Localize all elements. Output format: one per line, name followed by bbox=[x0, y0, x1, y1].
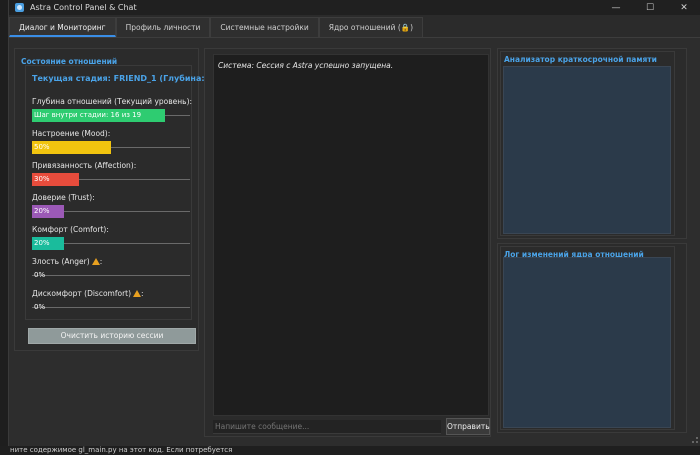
metric-label: Глубина отношений (Текущий уровень): bbox=[32, 97, 192, 106]
metric-item: Злость (Anger): 0% bbox=[32, 257, 192, 282]
progress-text: 30% bbox=[34, 175, 50, 183]
current-stage: Текущая стадия: FRIEND_1 (Глубина: 32) bbox=[32, 74, 223, 83]
memory-analyzer-title: Анализатор краткосрочной памяти bbox=[504, 55, 657, 64]
metric-label: Злость (Anger): bbox=[32, 257, 192, 266]
message-input[interactable] bbox=[213, 420, 441, 434]
background-app-text: ните содержимое gl_main.py на этот код. … bbox=[0, 446, 700, 455]
progress-text: 20% bbox=[34, 239, 50, 247]
tab-relations-core[interactable]: Ядро отношений (🔒) bbox=[318, 17, 424, 37]
system-message: Система: Сессия с Astra успешно запущена… bbox=[218, 61, 394, 70]
metric-item: Привязанность (Affection): 30% bbox=[32, 161, 192, 186]
progress-track bbox=[32, 307, 190, 308]
metric-label-text: Злость (Anger) bbox=[32, 257, 90, 266]
window-title: Astra Control Panel & Chat bbox=[30, 3, 137, 12]
metric-label-text: Дискомфорт (Discomfort) bbox=[32, 289, 132, 298]
progress-text: 0% bbox=[34, 303, 46, 311]
progress-bar: 0% bbox=[32, 301, 190, 314]
minimize-button[interactable]: — bbox=[599, 0, 633, 15]
tab-dialog[interactable]: Диалог и Мониторинг bbox=[9, 17, 116, 37]
log-panel: Лог изменений ядра отношений bbox=[497, 243, 687, 433]
app-icon bbox=[15, 3, 24, 12]
tab-content: Состояние отношений Текущая стадия: FRIE… bbox=[9, 37, 700, 446]
progress-text: 0% bbox=[34, 271, 46, 279]
chat-history[interactable]: Система: Сессия с Astra успешно запущена… bbox=[213, 54, 489, 416]
relations-group-title: Состояние отношений bbox=[21, 57, 118, 66]
metric-label-text: Привязанность (Affection): bbox=[32, 161, 137, 170]
memory-panel: Анализатор краткосрочной памяти bbox=[497, 48, 687, 239]
relations-log-output[interactable] bbox=[503, 257, 671, 428]
progress-bar: Шаг внутри стадии: 16 из 19 bbox=[32, 109, 190, 122]
metric-item: Дискомфорт (Discomfort): 0% bbox=[32, 289, 192, 314]
metric-label: Привязанность (Affection): bbox=[32, 161, 192, 170]
progress-text: Шаг внутри стадии: 16 из 19 bbox=[34, 111, 142, 119]
progress-bar: 0% bbox=[32, 269, 190, 282]
tab-system-settings[interactable]: Системные настройки bbox=[210, 17, 319, 37]
warning-icon bbox=[133, 290, 142, 297]
metric-label: Доверие (Trust): bbox=[32, 193, 192, 202]
relations-panel: Состояние отношений Текущая стадия: FRIE… bbox=[14, 48, 222, 351]
maximize-button[interactable]: ☐ bbox=[633, 0, 667, 15]
clear-history-button[interactable]: Очистить историю сессии bbox=[28, 328, 196, 344]
warning-icon bbox=[91, 258, 100, 265]
progress-bar: 30% bbox=[32, 173, 190, 186]
progress-bar: 20% bbox=[32, 237, 190, 250]
background-app bbox=[0, 0, 8, 455]
metric-label-text: Доверие (Trust): bbox=[32, 193, 95, 202]
resize-grip-icon[interactable] bbox=[692, 437, 698, 443]
metric-label-text: Комфорт (Comfort): bbox=[32, 225, 109, 234]
metric-label: Настроение (Mood): bbox=[32, 129, 192, 138]
metric-item: Глубина отношений (Текущий уровень): Шаг … bbox=[32, 97, 192, 122]
window-controls: — ☐ ✕ bbox=[599, 0, 700, 15]
progress-track bbox=[32, 275, 190, 276]
metric-item: Комфорт (Comfort): 20% bbox=[32, 225, 192, 250]
metric-label: Комфорт (Comfort): bbox=[32, 225, 192, 234]
metric-label-text: Настроение (Mood): bbox=[32, 129, 111, 138]
metric-item: Доверие (Trust): 20% bbox=[32, 193, 192, 218]
app-window: Astra Control Panel & Chat — ☐ ✕ Диалог … bbox=[8, 0, 700, 446]
progress-text: 50% bbox=[34, 143, 50, 151]
label-colon: : bbox=[141, 289, 144, 298]
title-bar[interactable]: Astra Control Panel & Chat — ☐ ✕ bbox=[9, 0, 700, 15]
metric-label-text: Глубина отношений (Текущий уровень): bbox=[32, 97, 193, 106]
label-colon: : bbox=[99, 257, 103, 266]
chat-panel: Система: Сессия с Astra успешно запущена… bbox=[204, 48, 491, 437]
send-button[interactable]: Отправить bbox=[446, 418, 490, 435]
close-button[interactable]: ✕ bbox=[667, 0, 700, 15]
tab-personality[interactable]: Профиль личности bbox=[115, 17, 211, 37]
progress-bar: 50% bbox=[32, 141, 190, 154]
progress-text: 20% bbox=[34, 207, 50, 215]
metric-item: Настроение (Mood): 50% bbox=[32, 129, 192, 154]
progress-bar: 20% bbox=[32, 205, 190, 218]
metric-label: Дискомфорт (Discomfort): bbox=[32, 289, 192, 298]
tab-bar: Диалог и Мониторинг Профиль личности Сис… bbox=[9, 17, 424, 37]
memory-analyzer-output[interactable] bbox=[503, 66, 671, 234]
